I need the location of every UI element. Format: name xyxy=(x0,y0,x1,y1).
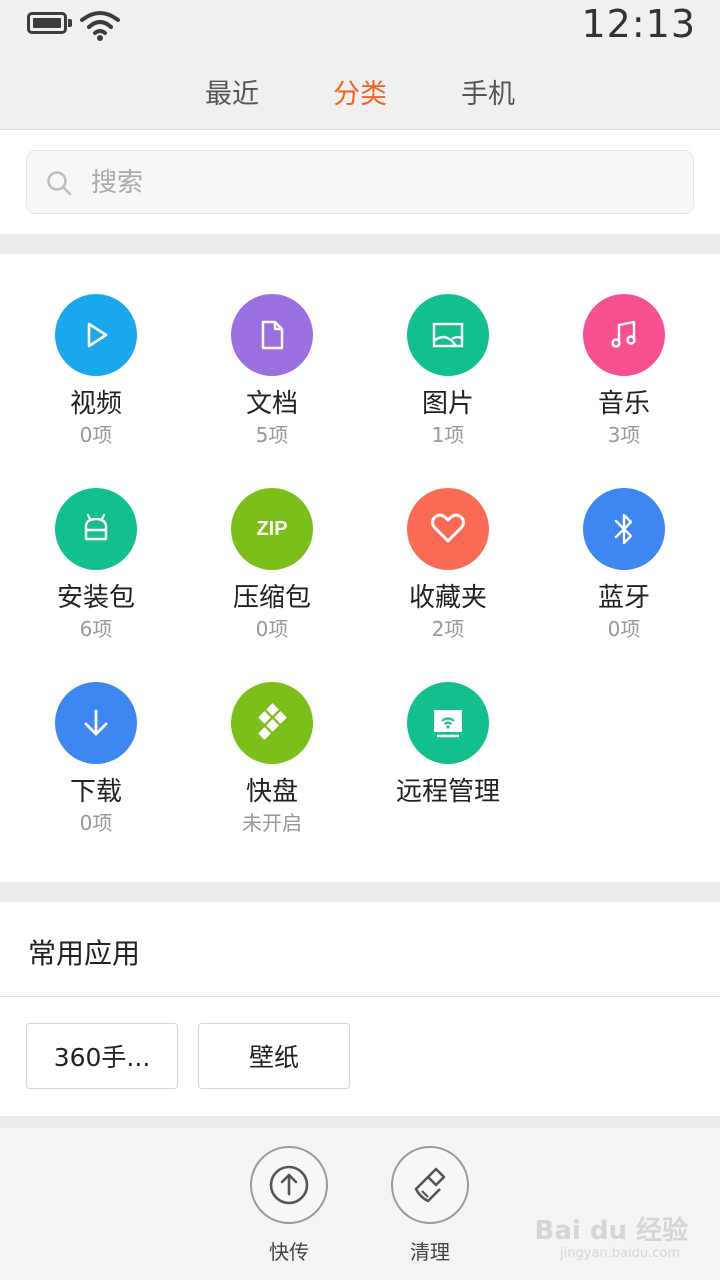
status-bar: 12:13 xyxy=(0,0,720,50)
wifi-icon xyxy=(80,11,120,41)
clean-button[interactable]: 清理 xyxy=(380,1146,480,1265)
search-input[interactable] xyxy=(89,159,673,207)
heart-icon xyxy=(407,488,489,570)
category-count: 0项 xyxy=(255,617,289,641)
play-icon xyxy=(55,294,137,376)
category-label: 压缩包 xyxy=(232,583,311,613)
category-count: 未开启 xyxy=(242,811,302,835)
category-count: 0项 xyxy=(607,617,641,641)
category-count: 6项 xyxy=(79,617,113,641)
tab-bar: 最近 分类 手机 xyxy=(0,50,720,130)
watermark-url: jingyan.baidu.com xyxy=(560,1246,680,1261)
category-image[interactable]: 图片 1项 xyxy=(360,294,536,448)
clean-label: 清理 xyxy=(410,1240,450,1264)
category-label: 蓝牙 xyxy=(597,583,650,613)
category-label: 收藏夹 xyxy=(408,583,487,613)
common-apps-section: 常用应用 360手... 壁纸 xyxy=(0,902,720,1116)
category-remote[interactable]: 远程管理 xyxy=(360,682,536,810)
quick-transfer-button[interactable]: 快传 xyxy=(239,1146,339,1265)
watermark-logo: Bai du 经验 xyxy=(534,1216,689,1246)
quick-transfer-label: 快传 xyxy=(269,1240,309,1264)
broom-icon xyxy=(391,1146,469,1224)
search-box[interactable] xyxy=(26,150,694,214)
category-count: 0项 xyxy=(79,423,113,447)
app-button-wallpaper[interactable]: 壁纸 xyxy=(198,1023,350,1089)
bluetooth-icon xyxy=(583,488,665,570)
category-apk[interactable]: 安装包 6项 xyxy=(8,488,184,642)
app-button-360[interactable]: 360手... xyxy=(26,1023,178,1089)
section-divider xyxy=(0,1116,720,1128)
search-section xyxy=(0,130,720,234)
category-count: 0项 xyxy=(79,811,113,835)
category-favorites[interactable]: 收藏夹 2项 xyxy=(360,488,536,642)
category-count: 5项 xyxy=(255,423,289,447)
status-clock: 12:13 xyxy=(581,2,696,46)
category-download[interactable]: 下载 0项 xyxy=(8,682,184,836)
download-icon xyxy=(55,682,137,764)
tab-recent[interactable]: 最近 xyxy=(205,72,259,111)
bottom-bar: 快传 清理 Bai du 经验 jingyan.baidu.com xyxy=(0,1128,720,1280)
category-label: 下载 xyxy=(69,777,122,807)
divider xyxy=(0,996,720,997)
category-label: 音乐 xyxy=(597,389,650,419)
category-label: 安装包 xyxy=(56,583,135,613)
category-label: 文档 xyxy=(245,389,298,419)
upload-icon xyxy=(250,1146,328,1224)
zip-icon: ZIP xyxy=(231,488,313,570)
kuaipan-icon xyxy=(231,682,313,764)
category-grid: 视频 0项 文档 5项 图片 1项 音乐 3项 安装包 6项 ZIP 压缩包 0… xyxy=(0,254,720,882)
category-label: 远程管理 xyxy=(395,777,500,807)
category-music[interactable]: 音乐 3项 xyxy=(536,294,712,448)
music-icon xyxy=(583,294,665,376)
document-icon xyxy=(231,294,313,376)
section-divider xyxy=(0,882,720,902)
category-label: 快盘 xyxy=(245,777,298,807)
category-count: 2项 xyxy=(431,617,465,641)
category-count: 3项 xyxy=(607,423,641,447)
category-video[interactable]: 视频 0项 xyxy=(8,294,184,448)
remote-icon xyxy=(407,682,489,764)
battery-icon xyxy=(27,12,72,34)
tab-phone[interactable]: 手机 xyxy=(461,72,515,111)
android-icon xyxy=(55,488,137,570)
category-label: 图片 xyxy=(421,389,474,419)
section-divider xyxy=(0,234,720,254)
category-kuaipan[interactable]: 快盘 未开启 xyxy=(184,682,360,836)
category-label: 视频 xyxy=(69,389,122,419)
common-apps-title: 常用应用 xyxy=(28,937,141,970)
category-bluetooth[interactable]: 蓝牙 0项 xyxy=(536,488,712,642)
category-count: 1项 xyxy=(431,423,465,447)
search-icon xyxy=(47,171,72,196)
zip-icon-text: ZIP xyxy=(256,517,288,540)
tab-category[interactable]: 分类 xyxy=(333,72,387,111)
category-zip[interactable]: ZIP 压缩包 0项 xyxy=(184,488,360,642)
category-document[interactable]: 文档 5项 xyxy=(184,294,360,448)
image-icon xyxy=(407,294,489,376)
